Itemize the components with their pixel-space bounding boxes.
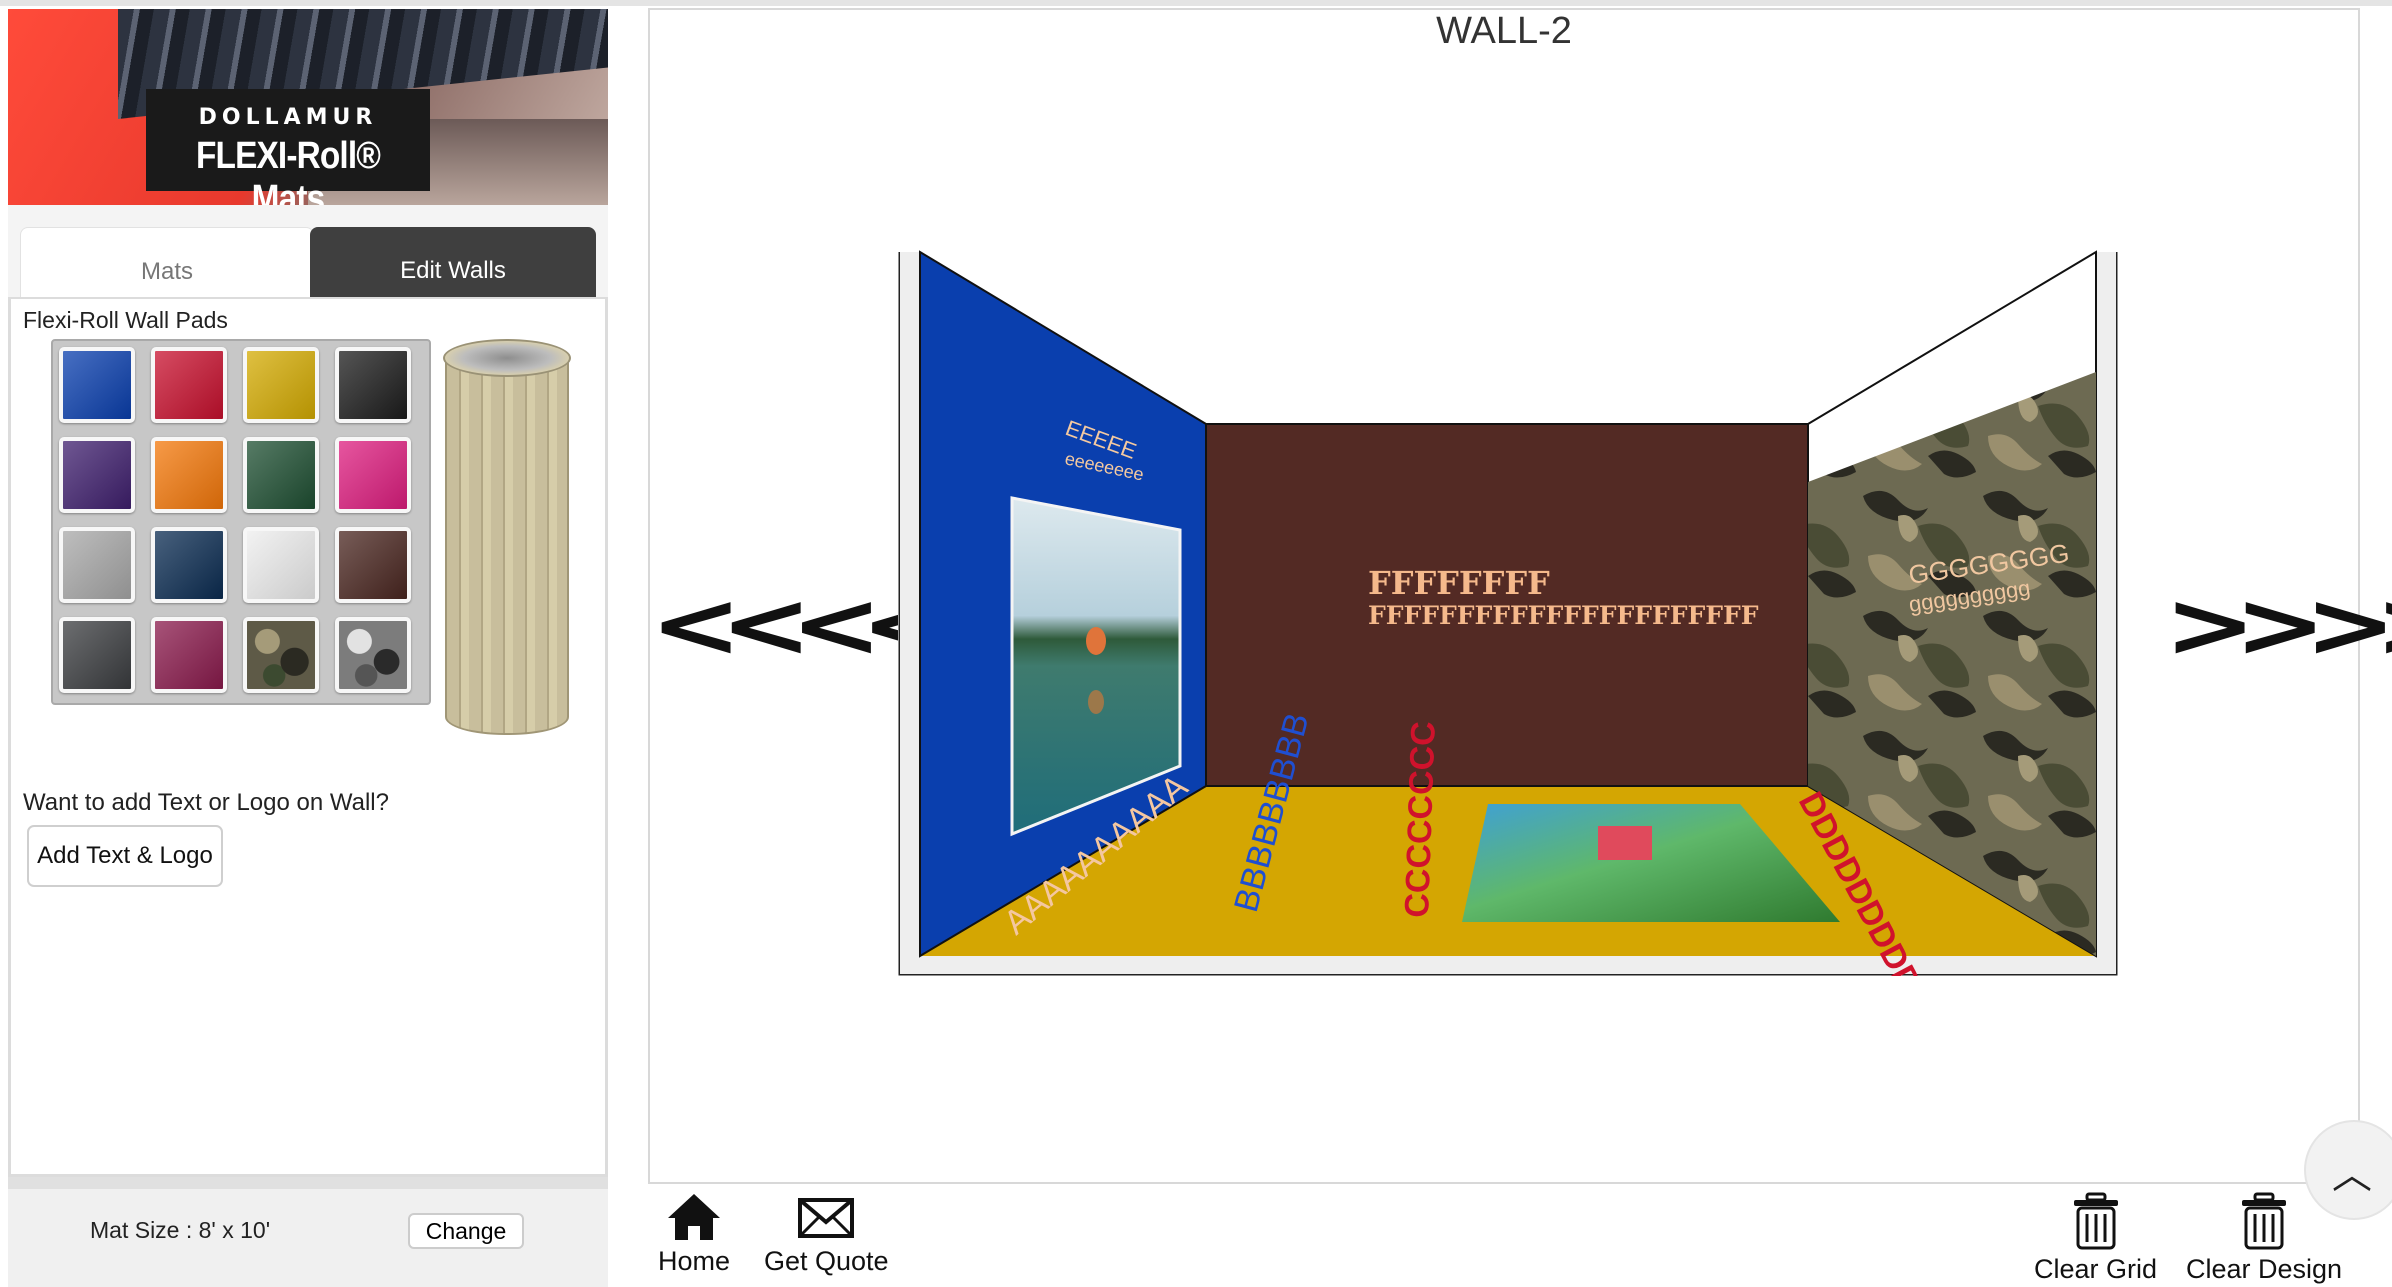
swatch-black[interactable] [335,347,411,423]
text-logo-prompt: Want to add Text or Logo on Wall? [23,789,389,816]
wall-viewer: WALL-2 <<<< >>>> [648,8,2392,1184]
trash-icon [2073,1192,2118,1250]
swatch-gold[interactable] [243,347,319,423]
trash-icon [2242,1192,2287,1250]
get-quote-label: Get Quote [764,1246,889,1276]
clear-design-label: Clear Design [2186,1254,2343,1284]
swatch-purple[interactable] [59,437,135,513]
home-icon [668,1194,721,1240]
swatch-pink[interactable] [335,437,411,513]
back-wall-text-line-2[interactable]: FFFFFFFFFFFFFFFFFFFFFF [1368,601,1759,630]
swatch-silver[interactable] [59,527,135,603]
swatch-brown[interactable] [335,527,411,603]
back-wall-text-line-1[interactable]: FFFFFFFF [1368,564,1550,602]
swatch-urban-camo[interactable] [335,617,411,693]
home-label: Home [658,1246,731,1276]
mat-size-label: Mat Size : 8' x 10' [90,1217,271,1243]
swatch-orange[interactable] [151,437,227,513]
tab-mats[interactable]: Mats [20,227,314,297]
swatch-woodland-camo[interactable] [243,617,319,693]
next-wall-arrow[interactable]: >>>> [2164,580,2392,670]
swatch-maroon[interactable] [151,617,227,693]
chevron-up-icon: ︿ [2332,1152,2372,1198]
add-text-logo-button[interactable]: Add Text & Logo [27,825,223,887]
top-edge [0,0,2392,6]
edit-walls-panel: Flexi-Roll Wall Pads Want to add Text or… [8,297,608,1177]
swatch-dark-green[interactable] [243,437,319,513]
panel-tabs: Mats Edit Walls [8,205,608,297]
clear-grid-label: Clear Grid [2034,1254,2158,1284]
logo-product-title: FLEXI-Roll® Mats [195,135,381,205]
change-size-button[interactable]: Change [408,1213,524,1249]
swatch-white[interactable] [243,527,319,603]
envelope-icon [798,1198,855,1238]
brand-logo: DOLLAMUR FLEXI-Roll® Mats [146,89,430,205]
swatch-tray [51,339,431,705]
previous-wall-arrow[interactable]: <<<< [650,580,953,670]
swatch-royal-blue[interactable] [59,347,135,423]
section-title: Flexi-Roll Wall Pads [23,307,228,333]
home-button[interactable]: Home [658,1192,730,1277]
wall-pad-roll-image [443,339,573,739]
floor-text-c[interactable]: CCCCCCCC [1398,721,1443,919]
logo-brand-text: DOLLAMUR [198,105,378,130]
clear-grid-button[interactable]: Clear Grid [2034,1192,2157,1285]
mat-size-bar: Mat Size : 8' x 10' Change [8,1177,608,1287]
wall-title: WALL-2 [1436,10,1572,52]
room-3d-preview[interactable]: EEEEE eeeeeeee FFFFFFFF FFFFFFFFFFFFFFFF… [898,246,2118,976]
brand-banner: DOLLAMUR FLEXI-Roll® Mats [8,9,608,205]
tab-edit-walls[interactable]: Edit Walls [310,227,596,297]
swatch-charcoal[interactable] [59,617,135,693]
swatch-red[interactable] [151,347,227,423]
left-panel: DOLLAMUR FLEXI-Roll® Mats Mats Edit Wall… [8,9,608,1287]
swatch-navy[interactable] [151,527,227,603]
get-quote-button[interactable]: Get Quote [764,1192,889,1277]
